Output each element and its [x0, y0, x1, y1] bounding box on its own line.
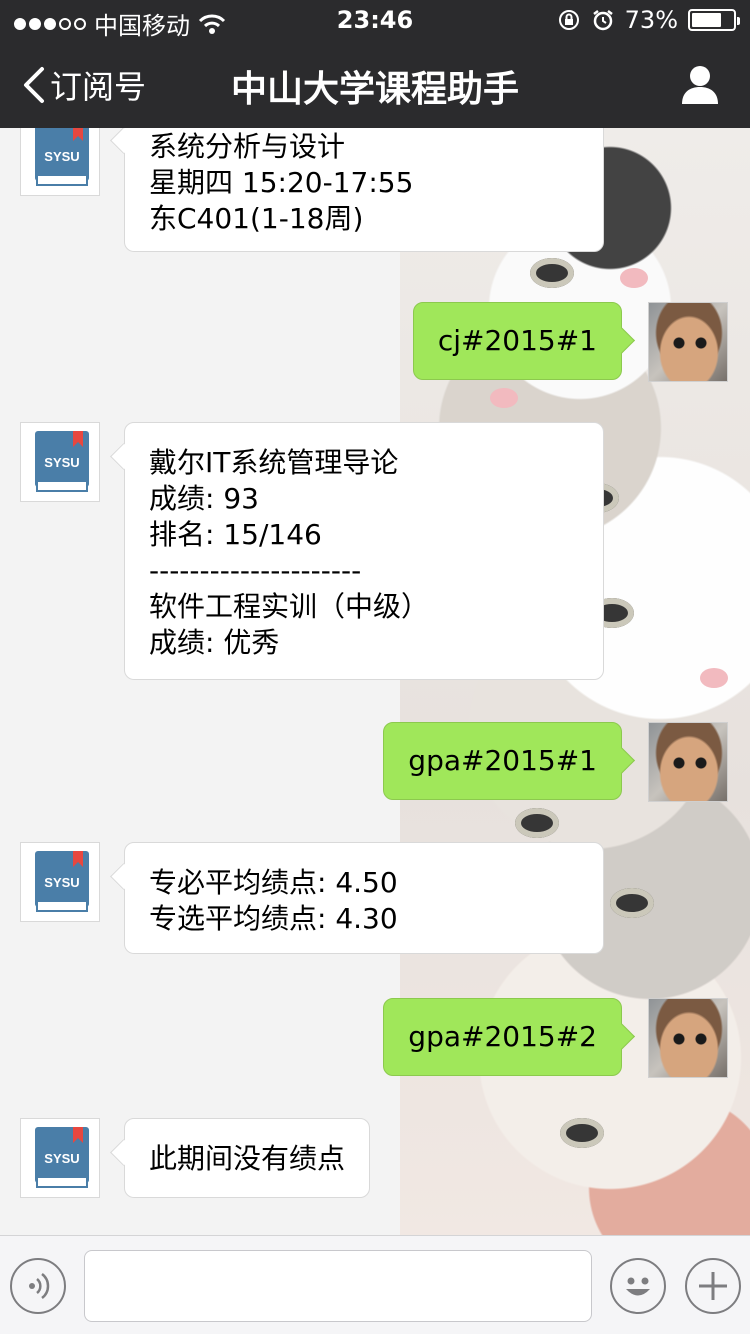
svg-text:SYSU: SYSU: [44, 1151, 79, 1166]
message-line: ---------------------: [149, 554, 362, 587]
message-line: 软件工程实训（中级）: [149, 590, 430, 623]
user-avatar[interactable]: [648, 722, 728, 802]
message-bubble[interactable]: 戴尔IT系统管理导论 成绩: 93 排名: 15/146 -----------…: [124, 422, 604, 680]
person-icon[interactable]: [680, 64, 720, 104]
message-bubble[interactable]: 此期间没有绩点: [124, 1118, 371, 1198]
message-line: 星期四 15:20-17:55: [149, 166, 414, 199]
avatar[interactable]: SYSU: [20, 1118, 100, 1198]
message-bubble[interactable]: cj#2015#1: [412, 302, 622, 380]
svg-text:SYSU: SYSU: [44, 149, 79, 164]
message-line: 专必平均绩点: 4.50: [149, 866, 398, 899]
message-line: 系统分析与设计: [149, 130, 346, 163]
battery-icon: [688, 9, 740, 31]
avatar[interactable]: SYSU: [20, 422, 100, 502]
message-text: gpa#2015#2: [408, 1020, 597, 1053]
book-icon: SYSU: [35, 851, 89, 912]
message-line: 排名: 15/146: [149, 518, 322, 551]
plus-icon: [699, 1272, 727, 1300]
message-bubble[interactable]: gpa#2015#1: [383, 722, 622, 800]
message-line: 此期间没有绩点: [149, 1142, 346, 1175]
message-line: 成绩: 优秀: [149, 626, 280, 659]
status-right: 73%: [557, 6, 740, 34]
chat-area[interactable]: SYSU 系统分析与设计 星期四 15:20-17:55 东C401(1-18周…: [0, 128, 750, 1235]
more-button[interactable]: [685, 1258, 741, 1314]
message-line: 成绩: 93: [149, 482, 259, 515]
message-line: 东C401(1-18周): [149, 202, 364, 235]
avatar[interactable]: SYSU: [20, 128, 100, 196]
book-icon: SYSU: [35, 128, 89, 186]
svg-text:SYSU: SYSU: [44, 455, 79, 470]
message-line: 戴尔IT系统管理导论: [149, 446, 399, 479]
emoji-button[interactable]: [610, 1258, 666, 1314]
book-icon: SYSU: [35, 431, 89, 492]
message-bubble[interactable]: 系统分析与设计 星期四 15:20-17:55 东C401(1-18周): [124, 128, 604, 252]
avatar[interactable]: SYSU: [20, 842, 100, 922]
message-text: gpa#2015#1: [408, 744, 597, 777]
message-line: 专选平均绩点: 4.30: [149, 902, 398, 935]
user-avatar[interactable]: [648, 302, 728, 382]
page-title: 中山大学课程助手: [230, 69, 519, 110]
message-input[interactable]: [84, 1250, 592, 1322]
message-bubble[interactable]: 专必平均绩点: 4.50 专选平均绩点: 4.30: [124, 842, 604, 954]
svg-text:SYSU: SYSU: [44, 875, 79, 890]
voice-button[interactable]: [10, 1258, 66, 1314]
top-bar: 中国移动 23:46 73% 订阅号 中山大学课程助手: [0, 0, 750, 128]
status-bar: 中国移动 23:46 73%: [0, 0, 750, 40]
input-bar: [0, 1235, 750, 1334]
battery-percent: 73%: [624, 6, 678, 34]
emoji-icon: [626, 1277, 650, 1296]
message-bubble[interactable]: gpa#2015#2: [383, 998, 622, 1076]
book-icon: SYSU: [35, 1127, 89, 1188]
user-avatar[interactable]: [648, 998, 728, 1078]
rotation-lock-icon: [558, 10, 579, 30]
nav-bar: 订阅号 中山大学课程助手: [0, 40, 750, 128]
message-text: cj#2015#1: [437, 324, 597, 357]
voice-icon: [29, 1273, 50, 1299]
alarm-icon: [592, 10, 613, 31]
